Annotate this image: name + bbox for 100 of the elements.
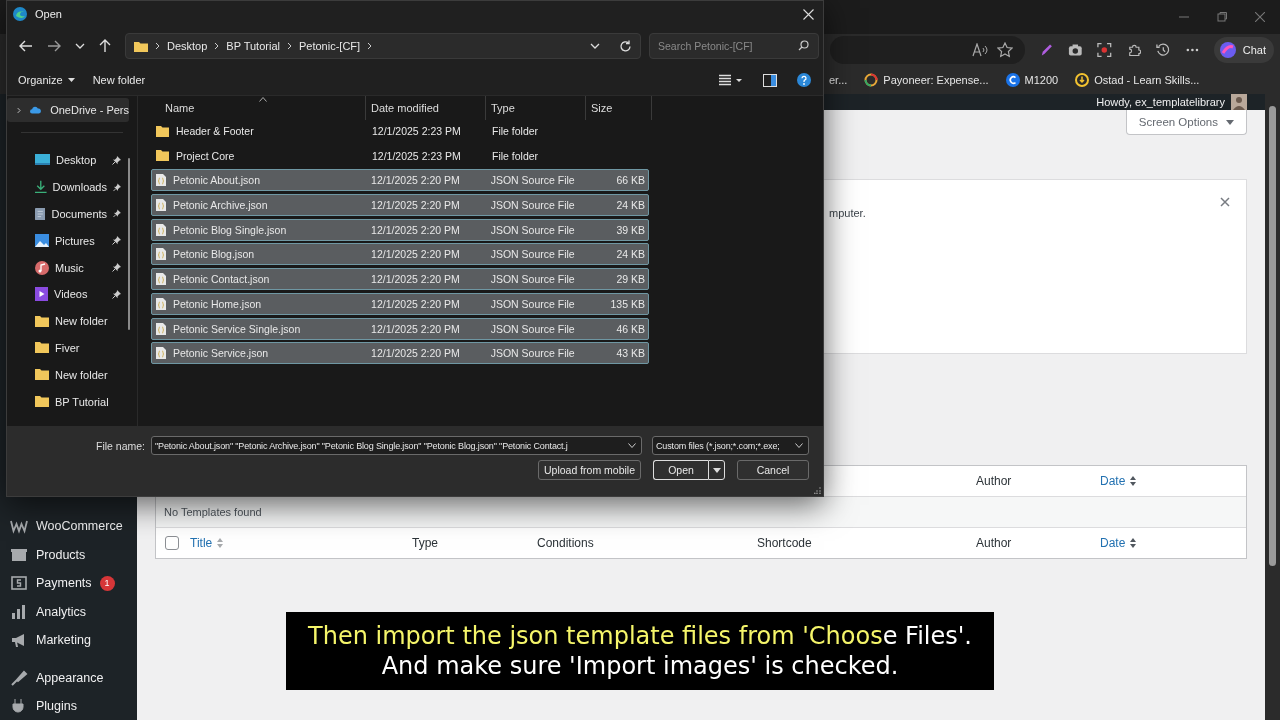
file-row[interactable]: Petonic Archive.json 12/1/2025 2:20 PM JSON Source File 24 KB	[151, 194, 649, 217]
resize-grip-icon[interactable]	[814, 487, 821, 494]
bookmark[interactable]: M1200	[1005, 73, 1059, 87]
file-row[interactable]: Petonic Service Single.json 12/1/2025 2:20 PM JSON Source File 46 KB	[151, 317, 649, 340]
pen-icon[interactable]	[1039, 42, 1053, 58]
file-row[interactable]: Petonic Contact.json 12/1/2025 2:20 PM JSON Source File 29 KB	[151, 268, 649, 291]
folder-icon	[156, 150, 169, 162]
sort-caret-icon	[259, 97, 267, 102]
refresh-icon[interactable]	[619, 39, 632, 53]
search-field[interactable]: Search Petonic-[CF]	[649, 33, 819, 59]
nav-item[interactable]: Downloads	[7, 173, 129, 201]
nav-item[interactable]: Fiver	[7, 334, 129, 362]
notice-text: mputer.	[829, 207, 866, 219]
column-header[interactable]: Date	[1100, 536, 1138, 550]
chat-button[interactable]: Chat	[1213, 37, 1274, 63]
bookmark[interactable]: er...	[829, 74, 848, 86]
pin-icon	[112, 263, 121, 273]
screen-options-button[interactable]: Screen Options	[1125, 110, 1247, 135]
count-badge: 1	[99, 575, 115, 591]
puzzle-icon[interactable]	[1126, 42, 1142, 58]
file-size: 24 KB	[615, 248, 646, 261]
upload-from-mobile-button[interactable]: Upload from mobile	[537, 460, 641, 480]
preview-pane-icon[interactable]	[763, 73, 777, 87]
menu-item[interactable]: Analytics	[0, 597, 137, 626]
file-row[interactable]: Petonic About.json 12/1/2025 2:20 PM JSON Source File 66 KB	[151, 169, 649, 192]
file-name-label: File name:	[95, 439, 145, 452]
address-field[interactable]	[830, 36, 1025, 64]
new-folder-button[interactable]: New folder	[89, 74, 149, 86]
caption-line: And make sure 'Import images' is checked.	[381, 652, 899, 680]
open-button[interactable]: Open	[653, 460, 708, 480]
column-header[interactable]: Date modified	[366, 96, 486, 120]
page-scrollbar[interactable]	[1265, 94, 1280, 720]
more-icon[interactable]	[1185, 48, 1199, 52]
history-icon[interactable]	[1156, 42, 1171, 58]
menu-label: Appearance	[36, 670, 104, 685]
select-all-checkbox[interactable]	[165, 536, 179, 550]
column-header[interactable]: Type	[486, 96, 586, 120]
document-icon	[35, 207, 46, 221]
file-name: Header & Footer	[176, 125, 254, 137]
ring-icon	[864, 73, 879, 87]
pin-icon	[112, 155, 121, 165]
breadcrumb[interactable]: Desktop	[167, 40, 208, 52]
file-row[interactable]: Petonic Blog Single.json 12/1/2025 2:20 PM JSON Source File 39 KB	[151, 218, 649, 241]
nav-item[interactable]: BP Tutorial	[7, 388, 129, 415]
file-name-field[interactable]: "Petonic About.json" "Petonic Archive.json" "Petonic Blog Single.json" "Petonic Blog.json" "Petonic Contact.j	[151, 436, 642, 455]
column-header[interactable]: Name	[151, 96, 366, 120]
view-list-icon[interactable]	[719, 74, 743, 86]
chevron-down-icon[interactable]	[75, 43, 85, 49]
favorite-star-icon[interactable]	[996, 42, 1013, 58]
nav-item[interactable]: OneDrive - Pers	[7, 98, 129, 122]
nav-item[interactable]: Desktop	[7, 147, 129, 174]
breadcrumb[interactable]: Petonic-[CF]	[298, 40, 361, 52]
avatar-icon[interactable]	[1231, 94, 1247, 110]
menu-item[interactable]: Payments 1	[0, 569, 137, 598]
nav-item[interactable]: New folder	[7, 361, 129, 389]
file-row[interactable]: Petonic Service.json 12/1/2025 2:20 PM JSON Source File 43 KB	[151, 342, 649, 365]
chevron-down-icon[interactable]	[628, 443, 636, 448]
maximize-icon[interactable]	[1217, 12, 1227, 22]
chevron-down-icon[interactable]	[590, 43, 600, 49]
file-type: JSON Source File	[489, 199, 576, 212]
menu-item[interactable]: WooCommerce	[0, 512, 137, 541]
camera-icon[interactable]	[1067, 43, 1083, 57]
file-row[interactable]: Petonic Home.json 12/1/2025 2:20 PM JSON Source File 135 KB	[151, 292, 649, 315]
open-options-button[interactable]	[708, 460, 725, 480]
menu-item[interactable]: Appearance	[0, 663, 137, 692]
letter-circle-icon	[1005, 73, 1020, 87]
up-arrow-icon[interactable]	[99, 39, 111, 53]
folder-icon	[134, 40, 148, 52]
caret-icon	[67, 78, 75, 82]
nav-item[interactable]: Videos	[7, 281, 129, 308]
greeting-link[interactable]: Howdy, ex_templatelibrary	[1096, 96, 1225, 108]
file-row[interactable]: Petonic Blog.json 12/1/2025 2:20 PM JSON Source File 24 KB	[151, 243, 649, 266]
file-type: JSON Source File	[489, 223, 576, 236]
screenshot-icon[interactable]	[1097, 42, 1112, 58]
file-type-dropdown[interactable]: Custom files (*.json;*.com;*.exe;	[652, 436, 809, 455]
file-row[interactable]: Project Core 12/1/2025 2:23 PM File folder	[151, 144, 649, 167]
bookmark[interactable]: Payoneer: Expense...	[864, 73, 989, 87]
chevron-right-icon[interactable]	[17, 105, 22, 115]
breadcrumb[interactable]: BP Tutorial	[226, 40, 280, 52]
nav-item[interactable]: Documents	[7, 200, 129, 228]
column-header[interactable]: Size	[586, 96, 652, 120]
nav-item[interactable]: New folder	[7, 307, 129, 335]
column-header[interactable]: Title	[190, 536, 225, 550]
nav-item[interactable]: Music	[7, 254, 129, 281]
forward-arrow-icon[interactable]	[47, 40, 61, 52]
column-header[interactable]: Date	[1100, 474, 1138, 488]
read-aloud-icon[interactable]	[971, 43, 988, 57]
menu-item[interactable]: Plugins	[0, 692, 137, 720]
file-row[interactable]: Header & Footer 12/1/2025 2:23 PM File folder	[151, 120, 649, 142]
back-arrow-icon[interactable]	[19, 40, 33, 52]
nav-item[interactable]: Pictures	[7, 227, 129, 255]
help-icon[interactable]	[797, 73, 811, 87]
menu-item[interactable]: Marketing	[0, 626, 137, 655]
organize-menu[interactable]: Organize	[15, 74, 78, 86]
nav-scrollbar[interactable]	[128, 158, 130, 330]
address-bar[interactable]: Desktop BP Tutorial Petonic-[CF]	[125, 33, 641, 59]
menu-item[interactable]: Products	[0, 540, 137, 569]
bookmark[interactable]: Ostad - Learn Skills...	[1075, 73, 1200, 87]
folder-icon	[156, 125, 169, 137]
cancel-button[interactable]: Cancel	[737, 460, 809, 480]
